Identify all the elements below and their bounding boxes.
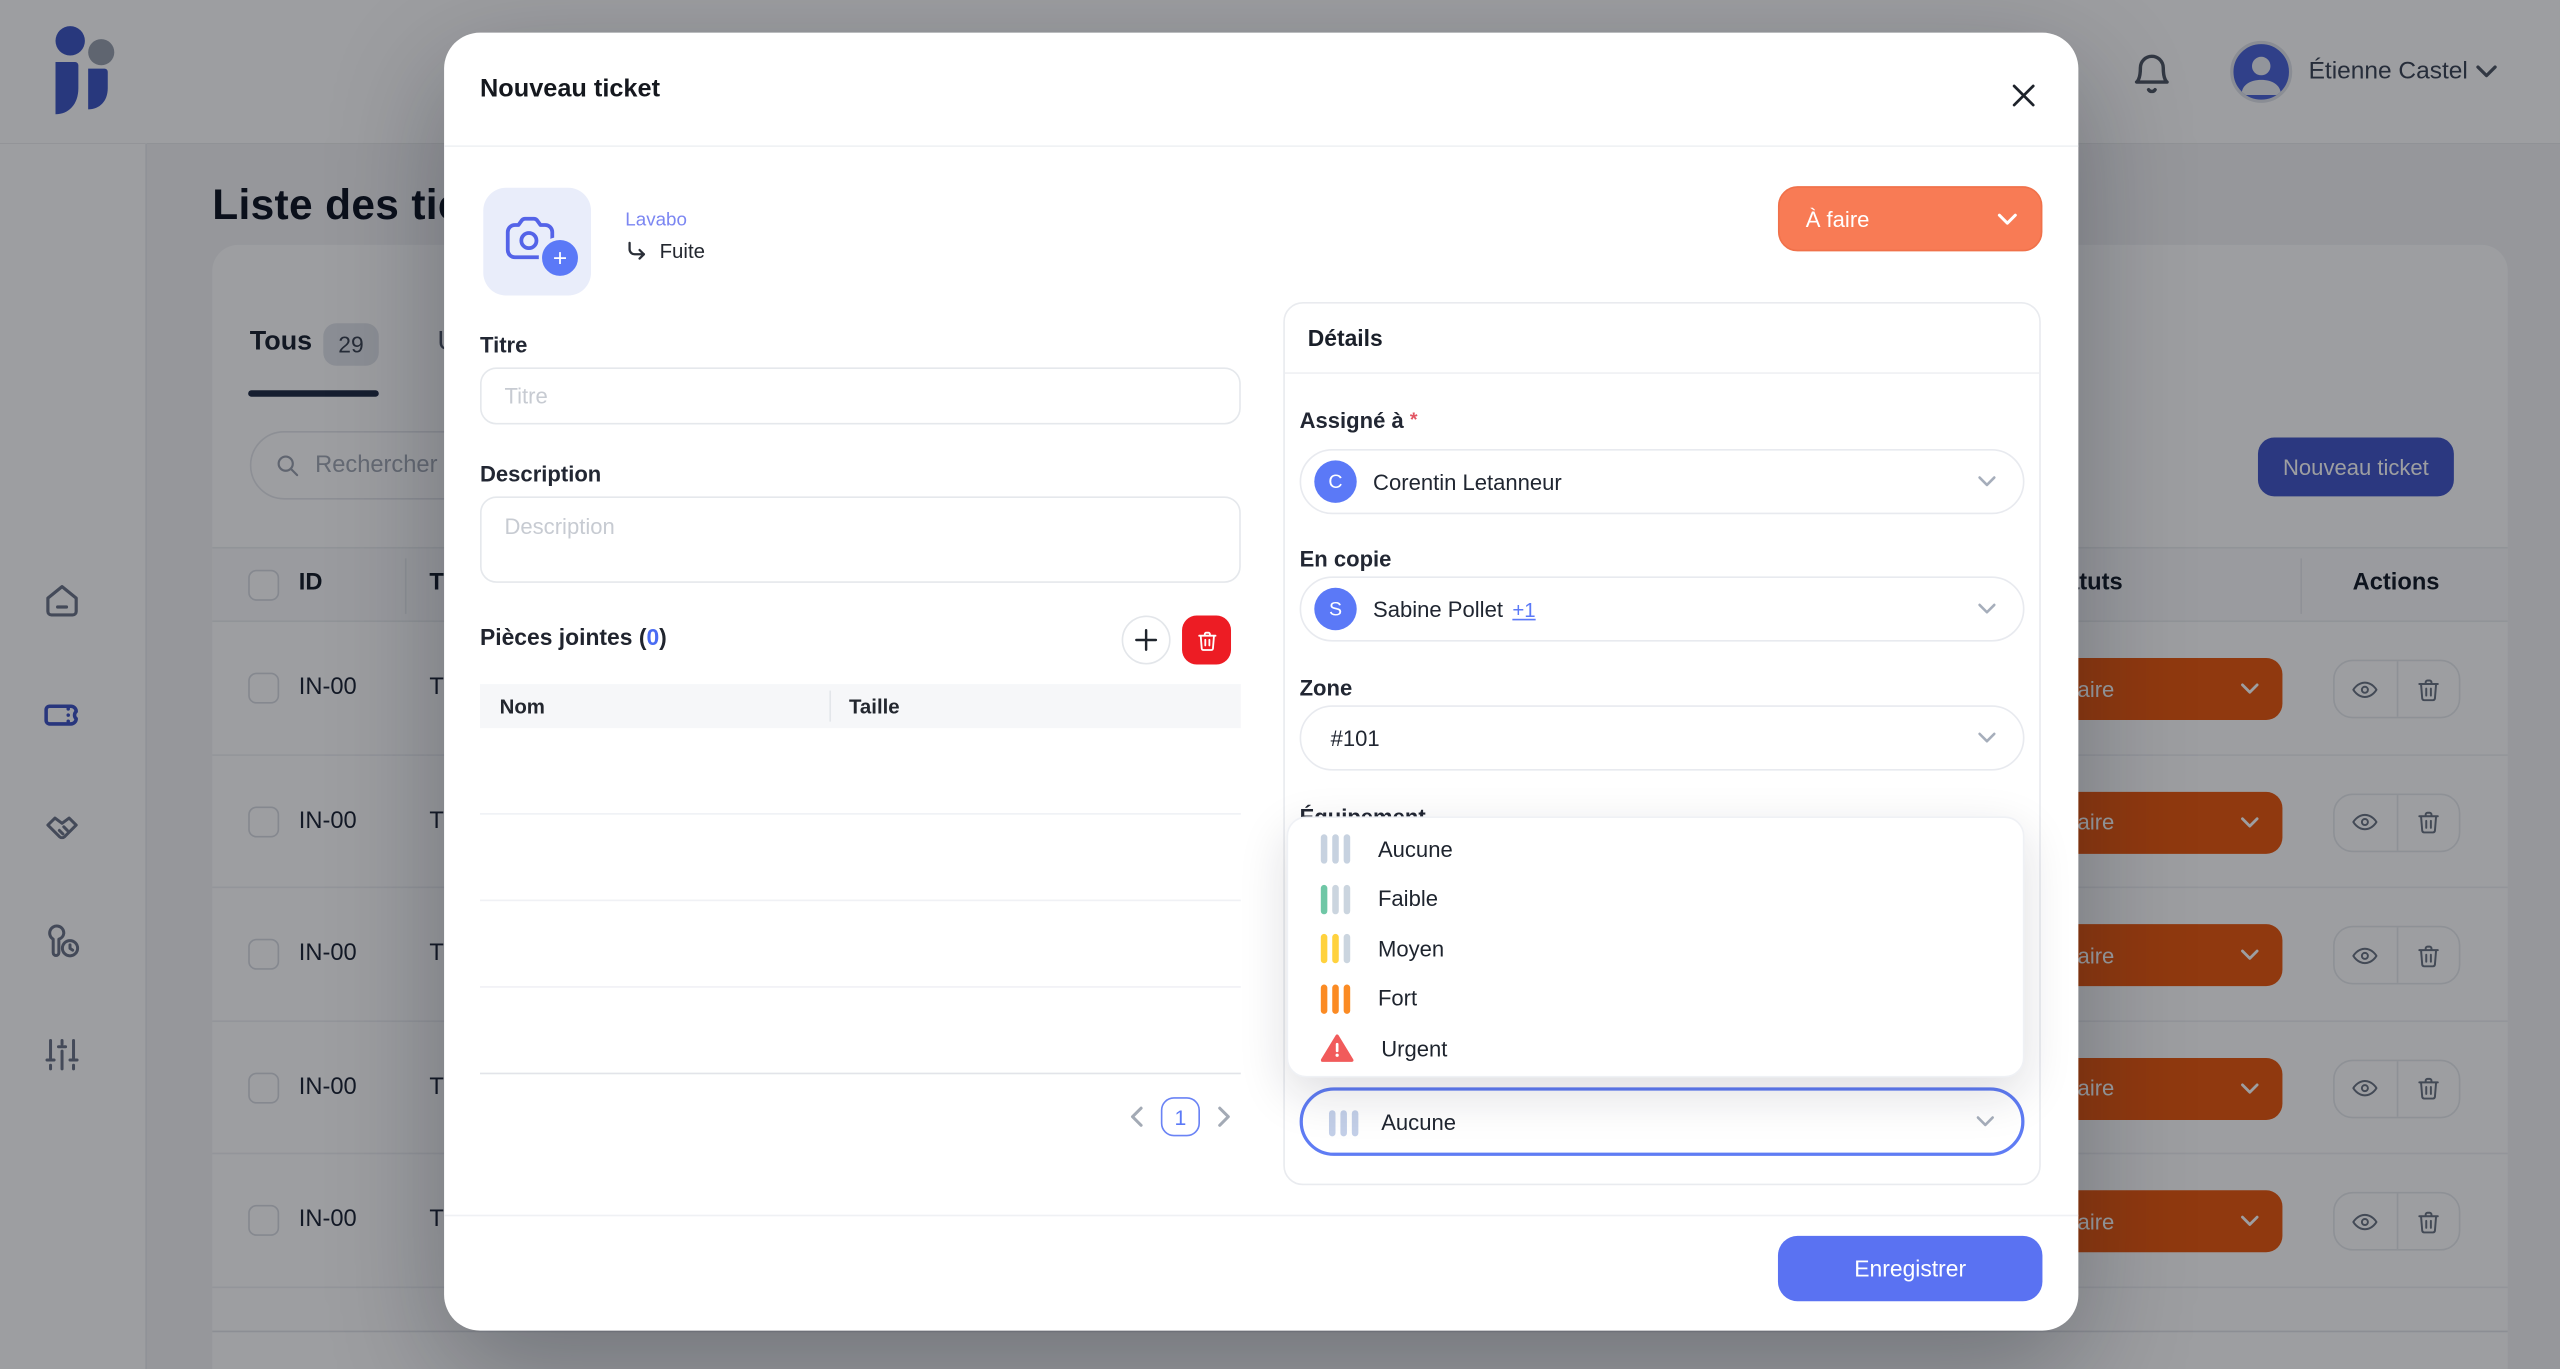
urgency-option[interactable]: Fort (1288, 974, 2023, 1024)
column-divider (829, 690, 832, 722)
priority-bars-icon (1320, 884, 1351, 914)
attachments-empty-rows (479, 728, 1241, 1075)
attachments-count: 0 (646, 623, 660, 650)
close-button[interactable] (1998, 70, 2047, 119)
screen: Étienne Castel Liste des tickets Tous 29… (0, 0, 2560, 1369)
new-ticket-modal: Nouveau ticket + Lavabo Fuite À faire Ti… (444, 32, 2079, 1331)
required-asterisk: * (1409, 408, 1418, 432)
attachment-empty-row (479, 901, 1241, 988)
assignee-label: Assigné à * (1299, 408, 1418, 433)
priority-bars-icon (1320, 934, 1351, 964)
urgent-triangle-icon (1320, 1034, 1354, 1063)
attachments-table-header: Nom Taille (479, 684, 1241, 729)
column-header-nom: Nom (499, 694, 545, 718)
chevron-left-icon (1130, 1106, 1143, 1127)
attachment-empty-row (479, 988, 1241, 1075)
zone-label: Zone (1299, 675, 1353, 701)
attachments-pagination: 1 (480, 1094, 1241, 1140)
description-placeholder: Description (504, 514, 615, 539)
priority-bars-icon (1328, 1107, 1359, 1137)
zone-select[interactable]: #101 (1299, 705, 2025, 771)
assignee-value: Corentin Letanneur (1373, 469, 1562, 494)
attachment-empty-row (479, 815, 1241, 902)
copy-label: En copie (1299, 546, 1392, 572)
titre-placeholder: Titre (504, 383, 548, 409)
linked-equipment-name[interactable]: Lavabo (625, 211, 687, 231)
titre-input[interactable]: Titre (479, 367, 1241, 425)
copy-select[interactable]: S Sabine Pollet +1 (1299, 576, 2025, 642)
previous-page-button[interactable] (1128, 1105, 1144, 1128)
details-title: Détails (1307, 324, 1383, 352)
details-divider (1284, 372, 2040, 374)
assignee-select[interactable]: C Corentin Letanneur (1299, 448, 2025, 515)
plus-icon (1135, 628, 1158, 652)
save-button[interactable]: Enregistrer (1777, 1235, 2043, 1302)
chevron-down-icon (1976, 1116, 1994, 1127)
urgency-value: Aucune (1381, 1109, 1456, 1134)
attachments-header: Pièces jointes (0) (479, 615, 1241, 665)
chevron-down-icon (1978, 603, 1996, 614)
next-page-button[interactable] (1216, 1105, 1232, 1128)
chevron-right-icon (1218, 1106, 1230, 1127)
urgency-option[interactable]: Moyen (1288, 924, 2023, 974)
zone-value: #101 (1330, 725, 1380, 751)
linked-defect-label: Fuite (659, 239, 705, 263)
urgency-dropdown-menu: Aucune Faible Moyen Fort Urgent (1286, 816, 2025, 1078)
modal-header: Nouveau ticket (444, 33, 2079, 147)
urgency-option[interactable]: Faible (1288, 874, 2023, 924)
option-label: Urgent (1381, 1036, 1448, 1061)
modal-footer-divider (444, 1214, 2079, 1217)
attachments-label: Pièces jointes (0) (479, 623, 667, 650)
description-label: Description (479, 462, 602, 487)
copy-more-link[interactable]: +1 (1512, 598, 1535, 621)
ticket-status-label: À faire (1805, 206, 1870, 232)
attachments-table: Nom Taille (479, 684, 1241, 1075)
option-label: Faible (1377, 886, 1439, 912)
column-header-taille: Taille (848, 694, 900, 718)
chevron-down-icon (1978, 732, 1996, 743)
priority-bars-icon (1320, 984, 1351, 1014)
option-label: Fort (1377, 986, 1418, 1012)
ticket-status-dropdown[interactable]: À faire (1777, 186, 2043, 252)
assignee-avatar: C (1314, 460, 1357, 503)
corner-down-right-arrow-icon (628, 241, 646, 260)
copy-value: Sabine Pollet +1 (1373, 596, 1536, 622)
urgency-option[interactable]: Urgent (1288, 1024, 2023, 1074)
modal-title: Nouveau ticket (479, 75, 661, 103)
option-label: Aucune (1377, 837, 1453, 862)
priority-bars-icon (1320, 834, 1351, 865)
page-number-button[interactable]: 1 (1160, 1097, 1200, 1137)
photo-upload-tile[interactable]: + (483, 187, 592, 296)
add-attachment-button[interactable] (1121, 615, 1171, 665)
trash-icon (1197, 630, 1216, 651)
chevron-down-icon (1997, 212, 2017, 224)
urgency-select[interactable]: Aucune (1299, 1087, 2025, 1156)
close-icon (2011, 83, 2034, 106)
linked-defect: Fuite (625, 240, 705, 263)
urgency-option[interactable]: Aucune (1288, 824, 2023, 874)
titre-label: Titre (479, 333, 528, 358)
copy-avatar: S (1314, 587, 1357, 631)
delete-attachment-button[interactable] (1182, 615, 1232, 665)
description-input[interactable]: Description (479, 496, 1241, 583)
chevron-down-icon (1978, 476, 1996, 487)
add-photo-plus-icon: + (538, 236, 582, 280)
option-label: Moyen (1377, 936, 1445, 962)
attachment-empty-row (479, 728, 1241, 815)
